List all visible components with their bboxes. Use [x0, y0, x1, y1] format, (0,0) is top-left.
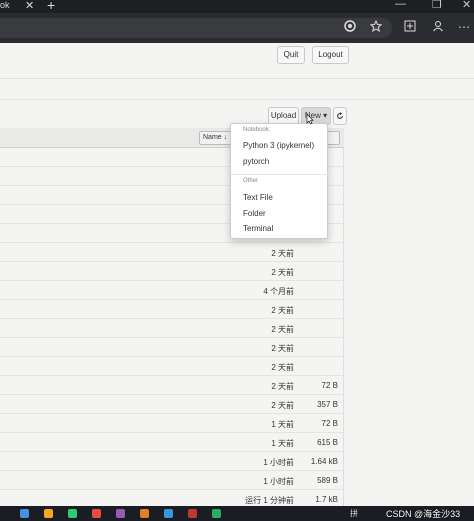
- other-section-header: Other: [243, 178, 259, 184]
- menu-divider: [231, 174, 329, 175]
- row-last-modified: 2 天前: [271, 249, 294, 258]
- more-icon[interactable]: ⋯: [458, 20, 470, 34]
- row-last-modified: 1 天前: [271, 439, 294, 448]
- row-file-size: 1.64 kB: [310, 457, 338, 466]
- browser-tab-bar: ok ✕ + — ❐ ✕: [0, 0, 474, 13]
- row-last-modified: 2 天前: [271, 344, 294, 353]
- table-row[interactable]: 2 天前: [0, 338, 344, 357]
- taskbar-app-icon[interactable]: [116, 509, 125, 518]
- row-file-size: 357 B: [317, 400, 338, 409]
- row-file-size: 1.7 kB: [315, 495, 338, 504]
- taskbar-app-icon[interactable]: [20, 509, 29, 518]
- table-row[interactable]: 1 天前 72 B: [0, 414, 344, 433]
- notebook-section-header: Notebook:: [243, 127, 271, 133]
- menu-item-terminal[interactable]: Terminal: [243, 224, 273, 233]
- taskbar-app-icon[interactable]: [92, 509, 101, 518]
- taskbar-app-icon[interactable]: [212, 509, 221, 518]
- taskbar-app-icon[interactable]: [68, 509, 77, 518]
- row-last-modified: 2 天前: [271, 325, 294, 334]
- tab-title[interactable]: ok: [0, 0, 10, 11]
- table-row[interactable]: 2 天前: [0, 300, 344, 319]
- row-file-size: 615 B: [317, 438, 338, 447]
- edge-icon[interactable]: [344, 20, 356, 35]
- csdn-watermark: CSDN @海金沙33: [386, 509, 461, 519]
- row-last-modified: 运行 1 分钟前: [245, 496, 294, 505]
- address-bar[interactable]: [0, 18, 392, 38]
- table-row[interactable]: 2 天前: [0, 243, 344, 262]
- row-last-modified: 2 天前: [271, 401, 294, 410]
- row-last-modified: 1 天前: [271, 420, 294, 429]
- row-last-modified: 4 个月前: [263, 287, 294, 296]
- taskbar-app-icon[interactable]: [164, 509, 173, 518]
- logout-button[interactable]: Logout: [312, 46, 349, 64]
- quit-button[interactable]: Quit: [277, 46, 305, 64]
- row-last-modified: 2 天前: [271, 363, 294, 372]
- section-divider: [0, 99, 474, 100]
- refresh-icon: [336, 112, 344, 122]
- favorite-icon[interactable]: [369, 19, 383, 35]
- close-window-icon[interactable]: ✕: [462, 0, 471, 11]
- row-file-size: 589 B: [317, 476, 338, 485]
- table-row[interactable]: 2 天前: [0, 262, 344, 281]
- table-row[interactable]: 4 个月前: [0, 281, 344, 300]
- tab-close-icon[interactable]: ✕: [25, 0, 34, 12]
- taskbar-app-icon[interactable]: [188, 509, 197, 518]
- minimize-icon[interactable]: —: [395, 0, 406, 10]
- input-method-indicator[interactable]: 拼: [350, 508, 358, 519]
- refresh-button[interactable]: [333, 107, 347, 125]
- table-row[interactable]: 1 小时前 1.64 kB: [0, 452, 344, 471]
- header-divider: [0, 78, 474, 79]
- sort-name-button[interactable]: Name ↓: [199, 131, 233, 145]
- row-file-size: 72 B: [321, 381, 338, 390]
- row-last-modified: 2 天前: [271, 268, 294, 277]
- table-row[interactable]: 2 天前 357 B: [0, 395, 344, 414]
- new-tab-icon[interactable]: +: [47, 0, 55, 13]
- collections-icon[interactable]: [404, 20, 416, 35]
- profile-icon[interactable]: [432, 20, 444, 35]
- menu-item-folder[interactable]: Folder: [243, 209, 266, 218]
- table-row[interactable]: 2 天前: [0, 319, 344, 338]
- row-last-modified: 1 小时前: [263, 477, 294, 486]
- taskbar-app-icon[interactable]: [44, 509, 53, 518]
- menu-item-text-file[interactable]: Text File: [243, 193, 273, 202]
- row-last-modified: 2 天前: [271, 306, 294, 315]
- new-dropdown-menu: Notebook: Python 3 (ipykernel) pytorch O…: [230, 123, 329, 239]
- taskbar-app-icon[interactable]: [140, 509, 149, 518]
- table-row[interactable]: 1 小时前 589 B: [0, 471, 344, 490]
- row-last-modified: 1 小时前: [263, 458, 294, 467]
- mouse-pointer-icon: [305, 113, 314, 125]
- browser-toolbar: ⋯: [0, 13, 474, 43]
- menu-item-pytorch[interactable]: pytorch: [243, 157, 269, 166]
- menu-item-python3[interactable]: Python 3 (ipykernel): [243, 141, 314, 150]
- maximize-icon[interactable]: ❐: [432, 0, 442, 11]
- row-file-size: 72 B: [321, 419, 338, 428]
- table-row[interactable]: 1 天前 615 B: [0, 433, 344, 452]
- table-row[interactable]: 2 天前: [0, 357, 344, 376]
- table-row[interactable]: 2 天前 72 B: [0, 376, 344, 395]
- row-last-modified: 2 天前: [271, 382, 294, 391]
